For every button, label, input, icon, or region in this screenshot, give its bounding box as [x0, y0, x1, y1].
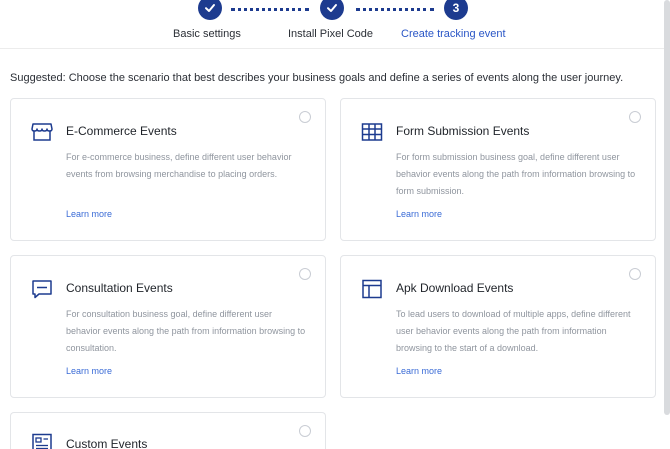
- suggestion-text: Suggested: Choose the scenario that best…: [10, 72, 624, 84]
- learn-more-link[interactable]: Learn more: [66, 209, 112, 219]
- layout-panel-icon: [361, 279, 383, 299]
- learn-more-link[interactable]: Learn more: [66, 366, 112, 376]
- scenario-card-custom[interactable]: Custom Events: [10, 412, 326, 449]
- scenario-radio-apk-download[interactable]: [629, 268, 641, 280]
- scenario-title: E-Commerce Events: [66, 124, 177, 138]
- scrollbar[interactable]: [664, 0, 670, 415]
- scenario-card-consultation[interactable]: Consultation Events For consultation bus…: [10, 255, 326, 398]
- step-2-check-icon: [320, 0, 344, 20]
- learn-more-link[interactable]: Learn more: [396, 209, 442, 219]
- storefront-icon: [31, 122, 53, 142]
- scenario-title: Consultation Events: [66, 281, 173, 295]
- table-form-icon: [361, 122, 383, 142]
- scenario-radio-custom[interactable]: [299, 425, 311, 437]
- step-connector: [356, 8, 434, 12]
- scenario-title: Form Submission Events: [396, 124, 530, 138]
- scenario-title: Apk Download Events: [396, 281, 514, 295]
- step-label-create-tracking-event[interactable]: Create tracking event: [401, 28, 506, 40]
- scenario-title: Custom Events: [66, 437, 148, 449]
- scenario-card-form-submission[interactable]: Form Submission Events For form submissi…: [340, 98, 656, 241]
- learn-more-link[interactable]: Learn more: [396, 366, 442, 376]
- scenario-description: To lead users to download of multiple ap…: [396, 309, 631, 353]
- scenario-card-ecommerce[interactable]: E-Commerce Events For e-commerce busines…: [10, 98, 326, 241]
- custom-grid-icon: [31, 433, 53, 449]
- scenario-description: For consultation business goal, define d…: [66, 309, 306, 353]
- scenario-radio-ecommerce[interactable]: [299, 111, 311, 123]
- step-connector: [231, 8, 309, 12]
- step-label-basic-settings[interactable]: Basic settings: [173, 28, 241, 40]
- scenario-card-apk-download[interactable]: Apk Download Events To lead users to dow…: [340, 255, 656, 398]
- scenario-description: For e-commerce business, define differen…: [66, 152, 292, 179]
- scenario-description: For form submission business goal, defin…: [396, 152, 636, 196]
- scenario-radio-form-submission[interactable]: [629, 111, 641, 123]
- progress-stepper: 3 Basic settings Install Pixel Code Crea…: [0, 0, 670, 44]
- step-label-install-pixel-code[interactable]: Install Pixel Code: [288, 28, 373, 40]
- scenario-radio-consultation[interactable]: [299, 268, 311, 280]
- chat-bubble-icon: [31, 279, 53, 299]
- step-3-number: 3: [444, 0, 468, 20]
- header-divider: [0, 48, 670, 49]
- step-1-check-icon: [198, 0, 222, 20]
